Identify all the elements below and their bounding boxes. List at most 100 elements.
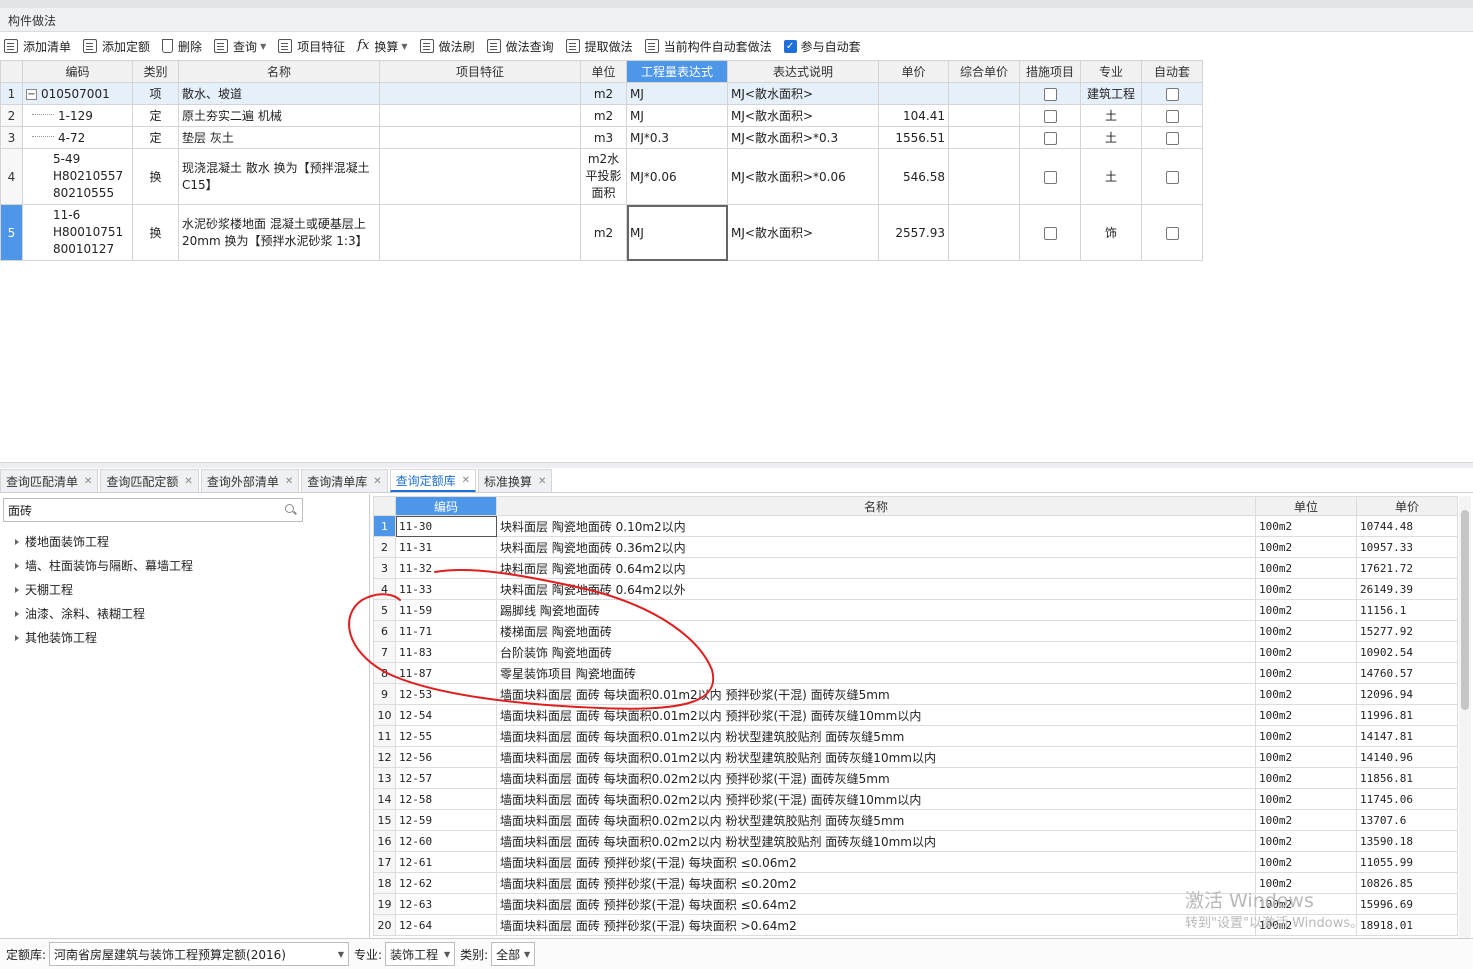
name-cell[interactable]: 墙面块料面层 面砖 每块面积0.02m2以内 预拌砂浆(干混) 面砖灰缝5mm <box>496 767 1256 789</box>
row-number[interactable]: 5 <box>373 599 396 621</box>
tab-standard-convert[interactable]: 标准换算 ✕ <box>478 469 553 492</box>
price-cell[interactable]: 10744.48 <box>1356 515 1458 537</box>
expand-arrow-icon[interactable] <box>15 563 19 569</box>
total-price-cell[interactable] <box>948 126 1020 149</box>
name-cell[interactable]: 散水、坡道 <box>178 82 380 105</box>
measure-cell[interactable] <box>1019 148 1081 205</box>
col-header[interactable]: 名称 <box>496 496 1256 516</box>
row-number[interactable]: 7 <box>373 641 396 663</box>
expand-arrow-icon[interactable] <box>15 587 19 593</box>
tab-match-list[interactable]: 查询匹配清单 ✕ <box>0 469 99 492</box>
close-icon[interactable]: ✕ <box>285 476 293 487</box>
row-number[interactable]: 17 <box>373 851 396 873</box>
name-cell[interactable]: 块料面层 陶瓷地面砖 0.10m2以内 <box>496 515 1256 537</box>
table-row[interactable]: 4 5-49 H80210557 80210555 换 现浇混凝土 散水 换为【… <box>0 148 1203 205</box>
row-number[interactable]: 19 <box>373 893 396 915</box>
price-cell[interactable]: 10826.85 <box>1356 872 1458 894</box>
measure-checkbox[interactable] <box>1043 226 1057 240</box>
col-header[interactable]: 类别 <box>132 60 179 83</box>
col-header[interactable]: 单价 <box>1356 496 1458 516</box>
auto-checkbox[interactable] <box>1165 87 1179 101</box>
tree-item[interactable]: 墙、柱面装饰与隔断、幕墙工程 <box>15 554 193 578</box>
name-cell[interactable]: 墙面块料面层 面砖 预拌砂浆(干混) 每块面积 ≤0.20m2 <box>496 872 1256 894</box>
code-cell[interactable]: 11-71 <box>395 620 497 642</box>
code-cell[interactable]: 11-6 H80010751 80010127 <box>22 204 133 261</box>
row-number[interactable]: 8 <box>373 662 396 684</box>
type-cell[interactable]: 换 <box>132 204 179 261</box>
code-cell[interactable]: 5-49 H80210557 80210555 <box>22 148 133 205</box>
price-cell[interactable]: 10957.33 <box>1356 536 1458 558</box>
row-number[interactable]: 11 <box>373 725 396 747</box>
name-cell[interactable]: 原土夯实二遍 机械 <box>178 104 380 127</box>
expand-arrow-icon[interactable] <box>15 611 19 617</box>
expr-cell[interactable]: MJ*0.3 <box>626 126 728 149</box>
code-cell[interactable]: 12-57 <box>395 767 497 789</box>
code-cell[interactable]: 12-61 <box>395 851 497 873</box>
close-icon[interactable]: ✕ <box>538 476 546 487</box>
type-cell[interactable]: 定 <box>132 104 179 127</box>
name-cell[interactable]: 墙面块料面层 面砖 每块面积0.02m2以内 粉状型建筑胶贴剂 面砖灰缝5mm <box>496 809 1256 831</box>
total-price-cell[interactable] <box>948 104 1020 127</box>
extract-method-button[interactable]: 提取做法 <box>565 38 633 55</box>
table-row[interactable]: 15 12-59 墙面块料面层 面砖 每块面积0.02m2以内 粉状型建筑胶贴剂 面… <box>373 809 1458 831</box>
expand-arrow-icon[interactable] <box>15 539 19 545</box>
table-row[interactable]: 14 12-58 墙面块料面层 面砖 每块面积0.02m2以内 预拌砂浆(干混) 面… <box>373 788 1458 810</box>
table-row[interactable]: 3 11-32 块料面层 陶瓷地面砖 0.64m2以内 100m2 17621.72 <box>373 557 1458 579</box>
price-cell[interactable]: 11055.99 <box>1356 851 1458 873</box>
row-number[interactable]: 13 <box>373 767 396 789</box>
name-cell[interactable]: 墙面块料面层 面砖 每块面积0.02m2以内 预拌砂浆(干混) 面砖灰缝10mm… <box>496 788 1256 810</box>
unit-cell[interactable]: 100m2 <box>1255 599 1357 621</box>
unit-cell[interactable]: 100m2 <box>1255 683 1357 705</box>
col-header[interactable]: 编码 <box>395 496 497 516</box>
row-number[interactable]: 4 <box>0 148 23 205</box>
code-cell[interactable]: 11-31 <box>395 536 497 558</box>
col-header[interactable]: 编码 <box>22 60 133 83</box>
row-number[interactable]: 5 <box>0 204 23 261</box>
auto-checkbox[interactable] <box>1165 131 1179 145</box>
table-row[interactable]: 1 −010507001 项 散水、坡道 m2 MJ MJ<散水面积> 建筑工程 <box>0 82 1203 105</box>
unit-cell[interactable]: 100m2 <box>1255 662 1357 684</box>
unit-cell[interactable]: 100m2 <box>1255 536 1357 558</box>
auto-apply-current-button[interactable]: 当前构件自动套做法 <box>644 38 772 55</box>
measure-cell[interactable] <box>1019 204 1081 261</box>
auto-checkbox[interactable] <box>1165 226 1179 240</box>
name-cell[interactable]: 墙面块料面层 面砖 每块面积0.01m2以内 粉状型建筑胶贴剂 面砖灰缝5mm <box>496 725 1256 747</box>
desc-cell[interactable]: MJ<散水面积> <box>727 204 879 261</box>
price-cell[interactable]: 14760.57 <box>1356 662 1458 684</box>
feature-cell[interactable] <box>379 204 581 261</box>
code-cell[interactable]: −010507001 <box>22 82 133 105</box>
delete-button[interactable]: 删除 <box>162 38 202 55</box>
name-cell[interactable]: 墙面块料面层 面砖 每块面积0.01m2以内 预拌砂浆(干混) 面砖灰缝5mm <box>496 683 1256 705</box>
row-number[interactable]: 15 <box>373 809 396 831</box>
table-row[interactable]: 2 1-129 定 原土夯实二遍 机械 m2 MJ MJ<散水面积> 104.4… <box>0 104 1203 127</box>
table-row[interactable]: 17 12-61 墙面块料面层 面砖 预拌砂浆(干混) 每块面积 ≤0.06m2 10… <box>373 851 1458 873</box>
code-cell[interactable]: 11-33 <box>395 578 497 600</box>
col-header[interactable]: 综合单价 <box>948 60 1020 83</box>
col-header[interactable]: 专业 <box>1080 60 1142 83</box>
unit-cell[interactable]: 100m2 <box>1255 725 1357 747</box>
item-feature-button[interactable]: 项目特征 <box>278 38 345 55</box>
table-row[interactable]: 2 11-31 块料面层 陶瓷地面砖 0.36m2以内 100m2 10957.33 <box>373 536 1458 558</box>
name-cell[interactable]: 楼梯面层 陶瓷地面砖 <box>496 620 1256 642</box>
code-cell[interactable]: 11-32 <box>395 557 497 579</box>
price-cell[interactable]: 14140.96 <box>1356 746 1458 768</box>
row-number[interactable]: 9 <box>373 683 396 705</box>
name-cell[interactable]: 墙面块料面层 面砖 每块面积0.01m2以内 预拌砂浆(干混) 面砖灰缝10mm… <box>496 704 1256 726</box>
feature-cell[interactable] <box>379 82 581 105</box>
auto-cell[interactable] <box>1141 82 1203 105</box>
measure-checkbox[interactable] <box>1043 131 1057 145</box>
col-header[interactable]: 措施项目 <box>1019 60 1081 83</box>
add-quota-button[interactable]: 添加定额 <box>83 38 150 55</box>
row-number[interactable]: 6 <box>373 620 396 642</box>
unit-cell[interactable]: 100m2 <box>1255 809 1357 831</box>
table-row[interactable]: 9 12-53 墙面块料面层 面砖 每块面积0.01m2以内 预拌砂浆(干混) 面砖… <box>373 683 1458 705</box>
measure-cell[interactable] <box>1019 126 1081 149</box>
table-row[interactable]: 12 12-56 墙面块料面层 面砖 每块面积0.01m2以内 粉状型建筑胶贴剂 面… <box>373 746 1458 768</box>
code-cell[interactable]: 11-30 <box>395 515 497 537</box>
desc-cell[interactable]: MJ<散水面积> <box>727 82 879 105</box>
price-cell[interactable]: 13590.18 <box>1356 830 1458 852</box>
price-cell[interactable] <box>878 82 949 105</box>
code-cell[interactable]: 11-87 <box>395 662 497 684</box>
measure-cell[interactable] <box>1019 82 1081 105</box>
price-cell[interactable]: 104.41 <box>878 104 949 127</box>
